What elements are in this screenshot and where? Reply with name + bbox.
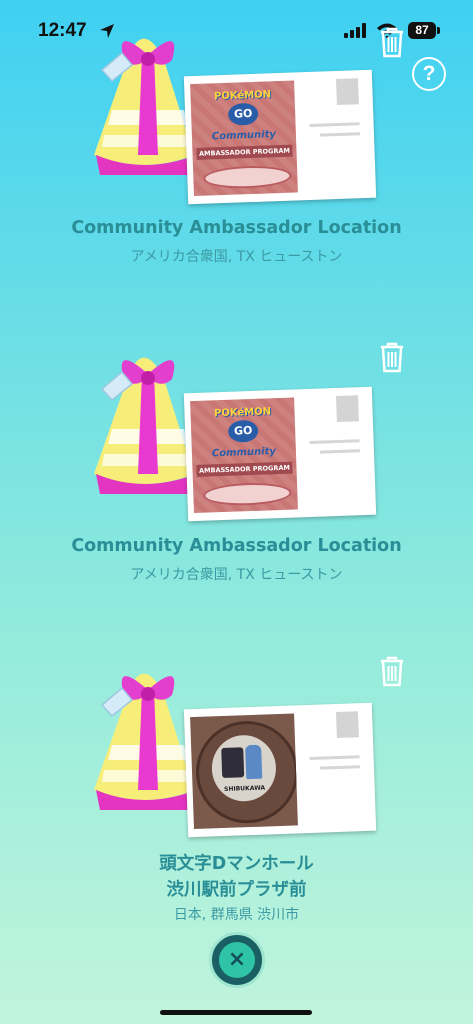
gift-title-line2: 渋川駅前プラザ前 — [166, 880, 307, 900]
manhole-art-figure — [245, 744, 263, 780]
trash-icon[interactable] — [378, 654, 406, 688]
manhole-art-car — [221, 747, 245, 779]
postcard-stamp — [336, 78, 359, 105]
gift-title: Community Ambassador Location — [71, 218, 402, 238]
postcard-stamp — [336, 395, 359, 422]
gift-item[interactable]: POKéMON GO Community AMBASSADOR PROGRAM … — [0, 318, 473, 618]
postcard-line — [319, 765, 360, 770]
home-indicator — [160, 1010, 312, 1015]
gift-title-line1: 頭文字Dマンホール — [159, 854, 314, 874]
postcard-stamp — [336, 711, 359, 738]
gift-item[interactable]: SHIBUKAWA 頭文字Dマンホール 渋川駅前プラザ前 日本, 群馬県 渋川市 — [0, 636, 473, 926]
close-button-inner: × — [219, 942, 255, 978]
gift-location: 日本, 群馬県 渋川市 — [173, 907, 300, 923]
postcard-photo: POKéMON GO Community AMBASSADOR PROGRAM — [190, 397, 298, 514]
postcard-line — [319, 449, 360, 454]
postcard-line — [309, 439, 360, 444]
gift-title: Community Ambassador Location — [71, 536, 402, 556]
close-button[interactable]: × — [209, 932, 265, 988]
trash-icon[interactable] — [378, 340, 406, 374]
gift-location: アメリカ合衆国, TX ヒューストン — [130, 249, 343, 265]
gift-location: アメリカ合衆国, TX ヒューストン — [130, 567, 343, 583]
postcard-line — [309, 122, 360, 127]
postcard-photo: SHIBUKAWA — [190, 713, 298, 830]
gift-item[interactable]: POKéMON GO Community AMBASSADOR PROGRAM … — [0, 0, 473, 300]
postcard: POKéMON GO Community AMBASSADOR PROGRAM — [183, 386, 377, 522]
trash-icon[interactable] — [378, 25, 406, 59]
close-icon: × — [227, 947, 247, 972]
postcard-photo: POKéMON GO Community AMBASSADOR PROGRAM — [190, 80, 298, 197]
postcard-line — [309, 755, 360, 760]
postcard: POKéMON GO Community AMBASSADOR PROGRAM — [183, 69, 377, 205]
postcard-line — [319, 132, 360, 137]
postcard: SHIBUKAWA — [183, 702, 377, 838]
